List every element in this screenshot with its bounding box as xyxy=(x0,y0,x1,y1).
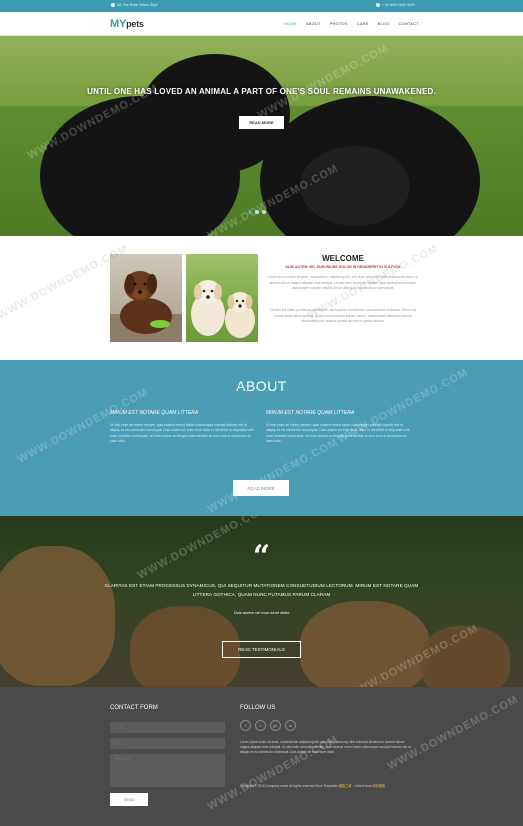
social-links: f t g+ in xyxy=(240,720,296,731)
nav-photos[interactable]: PHOTOS xyxy=(330,21,348,26)
google-plus-icon[interactable]: g+ xyxy=(270,720,281,731)
testimonial-author: Duis autem vel eum iriure dolor xyxy=(233,610,290,615)
facebook-icon[interactable]: f xyxy=(240,720,251,731)
chocolate-lab-photo xyxy=(110,254,182,342)
address-info: 28, Fire Rose Yellow Sky2 xyxy=(111,3,158,7)
slider-dot-2[interactable] xyxy=(255,210,259,214)
nav-contact[interactable]: CONTACT xyxy=(399,21,419,26)
welcome-section: WELCOME DUIS AUTEM VEL EUM IRIURE DOLOR … xyxy=(0,236,523,360)
copyright-link[interactable]: 模板之家 xyxy=(339,784,352,788)
yellow-puppies-illustration xyxy=(191,280,255,338)
about-col2-text: Ut wisi enim ad minim veniam, quis nostr… xyxy=(266,423,410,444)
send-button[interactable]: SEND xyxy=(110,793,148,806)
about-section: ABOUT MIRUM EST NOTARE QUAM LITTERA Ut w… xyxy=(0,360,523,516)
site-header: MYpets HOME ABOUT PHOTOS CARE BLOG CONTA… xyxy=(0,12,523,36)
nav-care[interactable]: CARE xyxy=(357,21,369,26)
copyright-text: Copyright © 2015 Company name All rights… xyxy=(240,784,338,788)
welcome-title: WELCOME xyxy=(322,254,364,263)
nav-home[interactable]: HOME xyxy=(284,21,297,26)
hero-title: UNTIL ONE HAS LOVED AN ANIMAL A PART OF … xyxy=(87,87,436,96)
copyright-link-2[interactable]: 网页模板 xyxy=(372,784,385,788)
copyright: Copyright © 2015 Company name All rights… xyxy=(240,784,412,789)
hero-slider: UNTIL ONE HAS LOVED AN ANIMAL A PART OF … xyxy=(0,36,523,236)
hero-read-more-button[interactable]: READ MORE xyxy=(239,116,284,129)
welcome-paragraph-2: Claritas est etiam processus dynamicus, … xyxy=(269,308,417,323)
top-info-bar: 28, Fire Rose Yellow Sky2 + 00 0000 0000… xyxy=(0,0,523,12)
quote-icon: “ xyxy=(252,539,271,574)
logo-pets: pets xyxy=(126,19,144,29)
slider-dots xyxy=(248,210,266,214)
about-title: ABOUT xyxy=(236,378,287,394)
testimonial-section: “ CLARITAS EST ETIAM PROCESSUS DYNAMICUS… xyxy=(0,516,523,687)
about-col2-heading: MIRUM EST NOTARE QUAM LITTERA xyxy=(266,410,355,416)
chocolate-lab-illustration xyxy=(110,271,182,342)
phone-icon xyxy=(375,3,380,7)
site-logo[interactable]: MYpets xyxy=(110,18,144,30)
twitter-icon[interactable]: t xyxy=(255,720,266,731)
contact-form-title: CONTACT FORM xyxy=(110,705,158,711)
site-footer: CONTACT FORM SEND FOLLOW US f t g+ in Lo… xyxy=(0,687,523,826)
main-nav: HOME ABOUT PHOTOS CARE BLOG CONTACT xyxy=(284,21,419,26)
copyright-tail: - Collect from xyxy=(352,784,372,788)
welcome-paragraph-1: Lorem ipsum dolor sit amet, consectetuer… xyxy=(268,275,418,290)
logo-my: MY xyxy=(110,18,127,30)
testimonial-text: CLARITAS EST ETIAM PROCESSUS DYNAMICUS, … xyxy=(104,583,419,597)
email-input[interactable] xyxy=(110,738,225,749)
linkedin-icon[interactable]: in xyxy=(285,720,296,731)
nav-about[interactable]: ABOUT xyxy=(306,21,321,26)
watermark: WWW.DOWNDEMO.COM xyxy=(385,693,521,773)
black-puppy-head-right xyxy=(300,146,410,226)
message-textarea[interactable] xyxy=(110,754,225,787)
location-icon xyxy=(111,3,115,7)
read-testimonials-button[interactable]: READ TESTIMONIALS xyxy=(222,641,301,658)
phone-text: + 00 0000 0000 0000 xyxy=(381,3,415,7)
about-col1-text: Ut wisi enim ad minim veniam, quis nostr… xyxy=(110,423,254,444)
welcome-subtitle: DUIS AUTEM VEL EUM IRIURE DOLOR IN HENDR… xyxy=(285,265,401,269)
address-text: 28, Fire Rose Yellow Sky2 xyxy=(117,3,158,7)
nav-blog[interactable]: BLOG xyxy=(378,21,390,26)
follow-us-title: FOLLOW US xyxy=(240,705,276,711)
about-col1-heading: MIRUM EST NOTARE QUAM LITTERA xyxy=(110,410,199,416)
watermark: WWW.DOWNDEMO.COM xyxy=(205,436,341,516)
name-input[interactable] xyxy=(110,722,225,733)
slider-dot-1[interactable] xyxy=(248,210,252,214)
slider-dot-3[interactable] xyxy=(262,210,266,214)
footer-text: Lorem ipsum dolor sit amet, consectetuer… xyxy=(240,740,411,754)
about-read-more-button[interactable]: READ MORE xyxy=(233,480,289,496)
yellow-puppies-photo xyxy=(186,254,258,342)
phone-info: + 00 0000 0000 0000 xyxy=(375,3,415,7)
